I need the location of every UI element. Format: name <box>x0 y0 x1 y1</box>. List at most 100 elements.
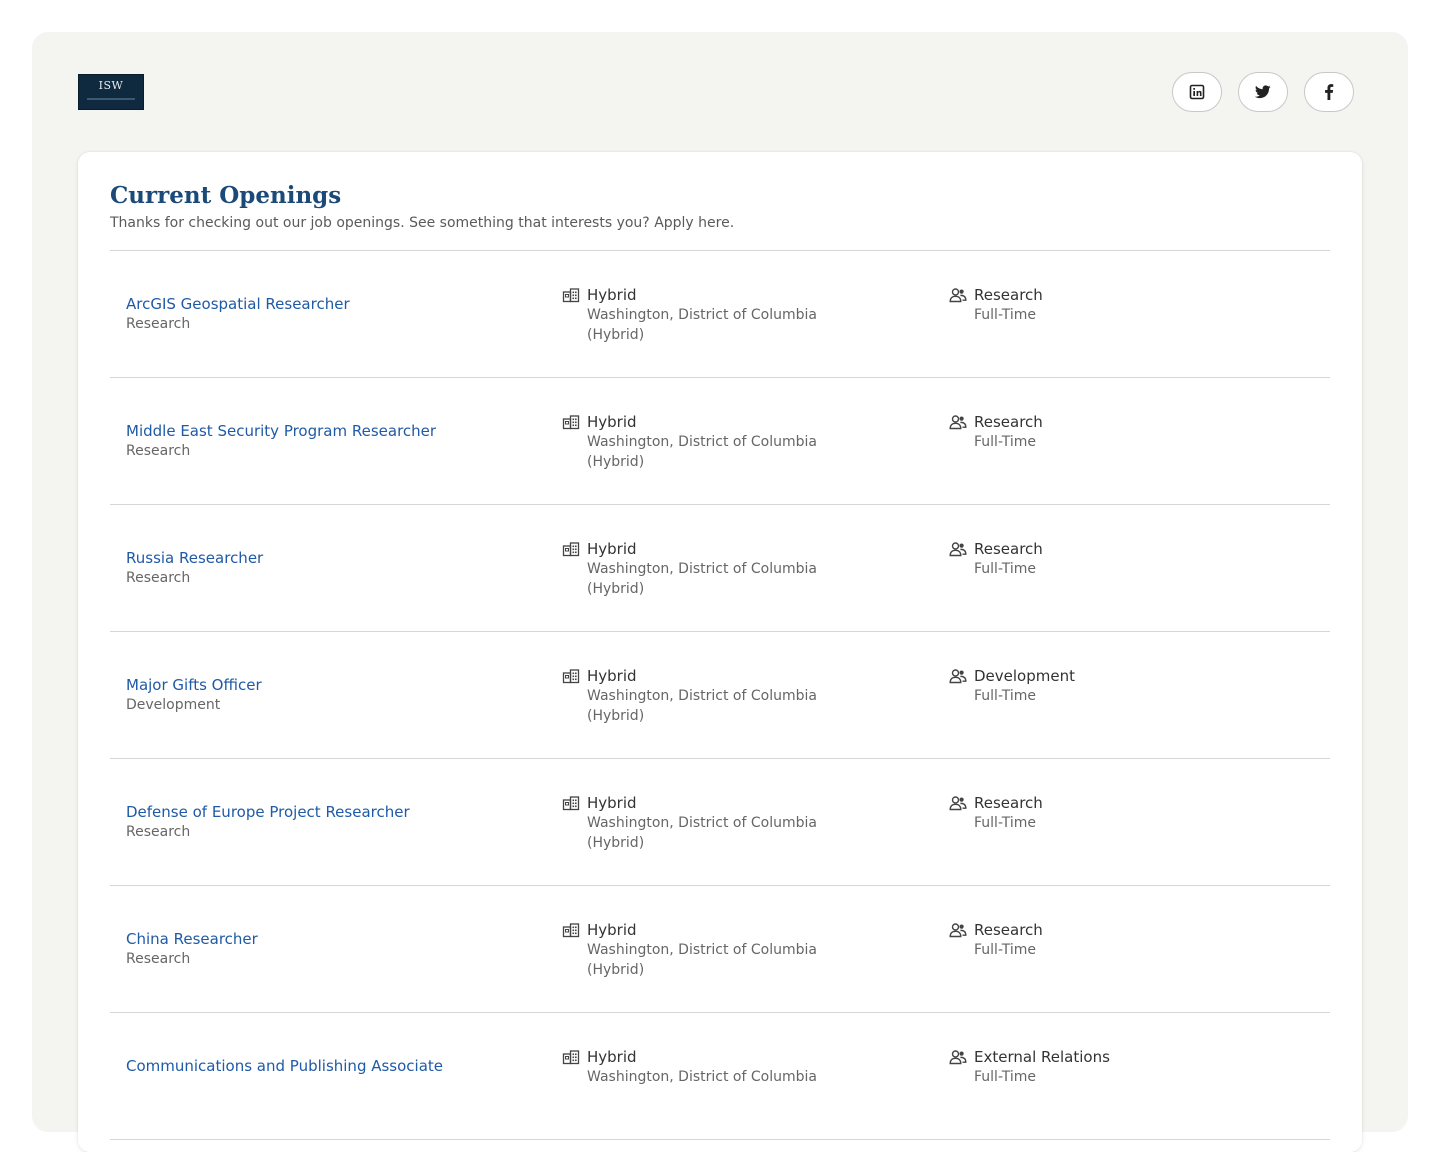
linkedin-icon <box>1189 84 1205 100</box>
job-department: Research <box>126 570 191 586</box>
job-title-column: Middle East Security Program Researcher … <box>126 421 436 461</box>
people-icon <box>949 923 967 938</box>
social-links <box>1172 72 1354 112</box>
job-employment-type: Full-Time <box>974 434 1036 450</box>
intro-text: Thanks for checking out our job openings… <box>110 215 735 231</box>
job-title-column: Communications and Publishing Associate <box>126 1056 443 1076</box>
twitter-icon <box>1255 85 1271 99</box>
people-icon <box>949 796 967 811</box>
job-team: Research <box>974 540 1043 558</box>
people-icon <box>949 288 967 303</box>
job-work-type: Hybrid <box>587 413 637 431</box>
job-title-link[interactable]: Middle East Security Program Researcher <box>126 421 436 441</box>
job-location: Washington, District of Columbia <box>587 434 817 450</box>
job-row: ArcGIS Geospatial Researcher Research Hy… <box>110 251 1330 378</box>
job-title-column: Defense of Europe Project Researcher Res… <box>126 802 410 842</box>
job-row: Middle East Security Program Researcher … <box>110 378 1330 505</box>
job-team: Research <box>974 794 1043 812</box>
job-employment-type: Full-Time <box>974 1069 1036 1085</box>
job-team: External Relations <box>974 1048 1110 1066</box>
job-location-column: Hybrid Washington, District of Columbia … <box>562 666 817 726</box>
job-title-link[interactable]: China Researcher <box>126 929 258 949</box>
building-icon <box>562 923 580 938</box>
job-team: Research <box>974 413 1043 431</box>
job-row: China Researcher Research Hybrid Washing… <box>110 886 1330 1013</box>
building-icon <box>562 796 580 811</box>
job-department: Research <box>126 824 191 840</box>
job-work-type: Hybrid <box>587 667 637 685</box>
job-employment-type: Full-Time <box>974 942 1036 958</box>
job-location: Washington, District of Columbia <box>587 688 817 704</box>
building-icon <box>562 415 580 430</box>
job-team-column: Research Full-Time <box>949 920 1043 960</box>
job-row: Communications and Publishing Associate … <box>110 1013 1330 1140</box>
job-location: Washington, District of Columbia <box>587 1069 817 1085</box>
job-work-type: Hybrid <box>587 286 637 304</box>
building-icon <box>562 1050 580 1065</box>
job-location-column: Hybrid Washington, District of Columbia <box>562 1047 817 1087</box>
job-title-link[interactable]: ArcGIS Geospatial Researcher <box>126 294 350 314</box>
job-location-note: (Hybrid) <box>587 708 645 724</box>
people-icon <box>949 542 967 557</box>
job-team-column: Research Full-Time <box>949 793 1043 833</box>
job-title-column: Russia Researcher Research <box>126 548 263 588</box>
job-department: Research <box>126 951 191 967</box>
twitter-button[interactable] <box>1238 72 1288 112</box>
job-department: Research <box>126 443 191 459</box>
job-row: Major Gifts Officer Development Hybrid W… <box>110 632 1330 759</box>
job-department: Research <box>126 316 191 332</box>
job-work-type: Hybrid <box>587 1048 637 1066</box>
job-employment-type: Full-Time <box>974 688 1036 704</box>
job-team: Research <box>974 286 1043 304</box>
job-location-note: (Hybrid) <box>587 581 645 597</box>
job-department: Development <box>126 697 221 713</box>
page-title: Current Openings <box>110 182 342 209</box>
people-icon <box>949 669 967 684</box>
logo-tagline-mark <box>87 98 135 100</box>
job-title-column: China Researcher Research <box>126 929 258 969</box>
building-icon <box>562 542 580 557</box>
job-team-column: Research Full-Time <box>949 412 1043 452</box>
building-icon <box>562 669 580 684</box>
job-list: ArcGIS Geospatial Researcher Research Hy… <box>110 250 1330 1140</box>
facebook-icon <box>1325 84 1334 100</box>
job-employment-type: Full-Time <box>974 561 1036 577</box>
job-location-note: (Hybrid) <box>587 835 645 851</box>
job-title-column: Major Gifts Officer Development <box>126 675 262 715</box>
job-location: Washington, District of Columbia <box>587 942 817 958</box>
job-team: Research <box>974 921 1043 939</box>
job-team: Development <box>974 667 1075 685</box>
job-location-column: Hybrid Washington, District of Columbia … <box>562 285 817 345</box>
job-location-column: Hybrid Washington, District of Columbia … <box>562 412 817 472</box>
job-title-column: ArcGIS Geospatial Researcher Research <box>126 294 350 334</box>
job-title-link[interactable]: Communications and Publishing Associate <box>126 1056 443 1076</box>
job-work-type: Hybrid <box>587 794 637 812</box>
job-title-link[interactable]: Major Gifts Officer <box>126 675 262 695</box>
openings-card: Current Openings Thanks for checking out… <box>78 152 1362 1152</box>
job-location-column: Hybrid Washington, District of Columbia … <box>562 793 817 853</box>
people-icon <box>949 415 967 430</box>
job-location-column: Hybrid Washington, District of Columbia … <box>562 539 817 599</box>
job-location: Washington, District of Columbia <box>587 561 817 577</box>
isw-logo[interactable]: ISW <box>78 74 144 110</box>
page-background: ISW Current Openings Thanks for checking… <box>32 32 1408 1152</box>
job-location-note: (Hybrid) <box>587 327 645 343</box>
building-icon <box>562 288 580 303</box>
job-work-type: Hybrid <box>587 540 637 558</box>
job-location-column: Hybrid Washington, District of Columbia … <box>562 920 817 980</box>
job-row: Defense of Europe Project Researcher Res… <box>110 759 1330 886</box>
job-team-column: Research Full-Time <box>949 285 1043 325</box>
job-employment-type: Full-Time <box>974 815 1036 831</box>
job-location-note: (Hybrid) <box>587 962 645 978</box>
job-employment-type: Full-Time <box>974 307 1036 323</box>
job-location: Washington, District of Columbia <box>587 307 817 323</box>
job-work-type: Hybrid <box>587 921 637 939</box>
facebook-button[interactable] <box>1304 72 1354 112</box>
job-team-column: Development Full-Time <box>949 666 1075 706</box>
job-location-note: (Hybrid) <box>587 454 645 470</box>
job-title-link[interactable]: Russia Researcher <box>126 548 263 568</box>
linkedin-button[interactable] <box>1172 72 1222 112</box>
job-row: Russia Researcher Research Hybrid Washin… <box>110 505 1330 632</box>
job-title-link[interactable]: Defense of Europe Project Researcher <box>126 802 410 822</box>
job-team-column: Research Full-Time <box>949 539 1043 579</box>
